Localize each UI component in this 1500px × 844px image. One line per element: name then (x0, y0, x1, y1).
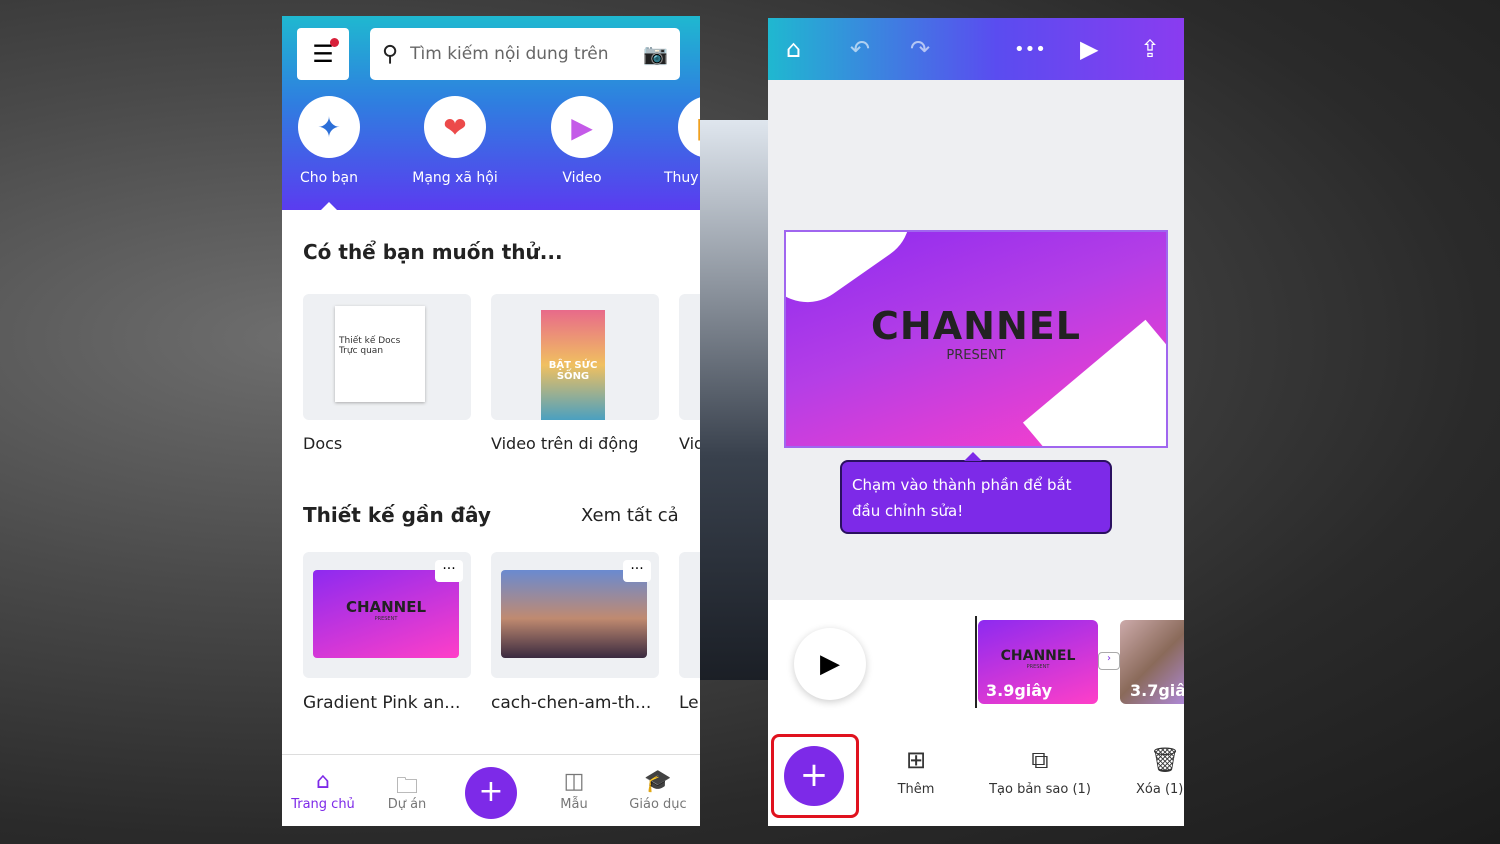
more-icon[interactable]: ••• (1014, 39, 1046, 60)
playhead[interactable] (975, 616, 977, 708)
timeline-panel: ▶ CHANNEL PRESENT 3.9giây › 3.7giây + ⊞T… (768, 600, 1184, 826)
recent-card-partial[interactable] (679, 552, 700, 678)
template-icon: ◫ (563, 769, 585, 794)
play-button[interactable]: ▶ (794, 628, 866, 700)
search-input[interactable]: ⚲ Tìm kiếm nội dung trên 📷 (370, 28, 680, 80)
menu-button[interactable]: ☰ (297, 28, 349, 80)
recent-card-cach-chen[interactable]: ··· (491, 552, 659, 678)
camera-icon[interactable]: 📷 (643, 42, 668, 66)
delete-button[interactable]: 🗑 Xóa (1) (1136, 746, 1184, 797)
add-page-button[interactable]: ⊞ Thêm (868, 746, 964, 797)
more-options-button[interactable]: ··· (435, 560, 463, 582)
suggest-label: Docs (303, 434, 343, 453)
create-button[interactable]: + (465, 767, 517, 819)
nav-templates[interactable]: ◫ Mẫu (534, 769, 614, 812)
folder-icon: 🗀 (395, 774, 418, 799)
timeline-page-1[interactable]: CHANNEL PRESENT 3.9giây (978, 620, 1098, 704)
home-icon[interactable]: ⌂ (786, 35, 801, 63)
play-icon[interactable]: ▶ (1080, 35, 1098, 63)
share-icon[interactable]: ⇪ (1140, 35, 1160, 63)
video-camera-icon: ▶ (551, 96, 613, 158)
presentation-icon: ■ (678, 96, 700, 158)
editor-toolbar: ⌂ ↶ ↷ ••• ▶ ⇪ (768, 18, 1184, 80)
play-icon: ▶ (820, 649, 840, 679)
home-icon: ⌂ (316, 769, 330, 794)
suggest-label: Vid (679, 434, 700, 453)
recent-label: cach-chen-am-th... (491, 693, 652, 713)
redo-icon[interactable]: ↷ (910, 35, 930, 63)
category-for-you[interactable]: ✦ Cho bạn (284, 96, 374, 186)
add-page-icon: ⊞ (905, 746, 927, 774)
nav-education[interactable]: 🎓 Giáo dục (618, 769, 698, 812)
sparkle-icon: ✦ (298, 96, 360, 158)
see-all-link[interactable]: Xem tất cả (581, 505, 679, 526)
nav-projects[interactable]: 🗀 Dự án (367, 769, 447, 812)
nav-home[interactable]: ⌂ Trang chủ (283, 769, 363, 812)
more-options-button[interactable]: ··· (623, 560, 651, 582)
graduation-cap-icon: 🎓 (644, 769, 672, 794)
canva-editor-screen: ⌂ ↶ ↷ ••• ▶ ⇪ CHANNEL PRESENT Chạm vào t… (768, 18, 1184, 826)
recent-card-gradient-pink[interactable]: CHANNEL PRESENT ··· (303, 552, 471, 678)
category-video[interactable]: ▶ Video (537, 96, 627, 186)
undo-icon[interactable]: ↶ (850, 35, 870, 63)
search-icon: ⚲ (382, 41, 399, 67)
suggest-card-mobile-video[interactable]: BẬT SỨC SỐNG (491, 294, 659, 420)
suggest-card-partial[interactable] (679, 294, 700, 420)
category-social[interactable]: ❤ Mạng xã hội (410, 96, 500, 186)
bottom-nav: ⌂ Trang chủ 🗀 Dự án + ◫ Mẫu 🎓 Giáo dục (282, 754, 700, 826)
suggest-label: Video trên di động (491, 434, 639, 453)
tooltip: Chạm vào thành phần để bắt đầu chỉnh sửa… (840, 452, 1112, 534)
timeline-page-2[interactable]: 3.7giây (1120, 620, 1184, 704)
canva-home-screen: ☰ ⚲ Tìm kiếm nội dung trên 📷 ✦ Cho bạn ❤ M… (282, 16, 700, 826)
slide-canvas[interactable]: CHANNEL PRESENT (784, 230, 1168, 448)
suggest-card-docs[interactable]: Thiết kế Docs Trực quan (303, 294, 471, 420)
duplicate-icon: ⧉ (1031, 746, 1049, 774)
background-laptop (700, 120, 768, 680)
header: ☰ ⚲ Tìm kiếm nội dung trên 📷 ✦ Cho bạn ❤ M… (282, 16, 700, 211)
selected-caret (320, 202, 338, 211)
transition-icon[interactable]: › (1098, 652, 1120, 670)
notification-dot (330, 38, 339, 47)
recent-title: Thiết kế gần đây (303, 503, 491, 527)
duplicate-button[interactable]: ⧉ Tạo bản sao (1) (988, 746, 1092, 797)
category-presentation[interactable]: ■Thuy (664, 96, 700, 186)
slide-title[interactable]: CHANNEL (786, 304, 1166, 348)
highlight-box (771, 734, 859, 818)
trash-icon: 🗑 (1150, 746, 1181, 774)
recent-label: Le (679, 693, 699, 713)
recent-label: Gradient Pink an... (303, 693, 461, 713)
slide-subtitle[interactable]: PRESENT (786, 348, 1166, 363)
suggest-title: Có thể bạn muốn thử... (303, 240, 563, 264)
heart-icon: ❤ (424, 96, 486, 158)
